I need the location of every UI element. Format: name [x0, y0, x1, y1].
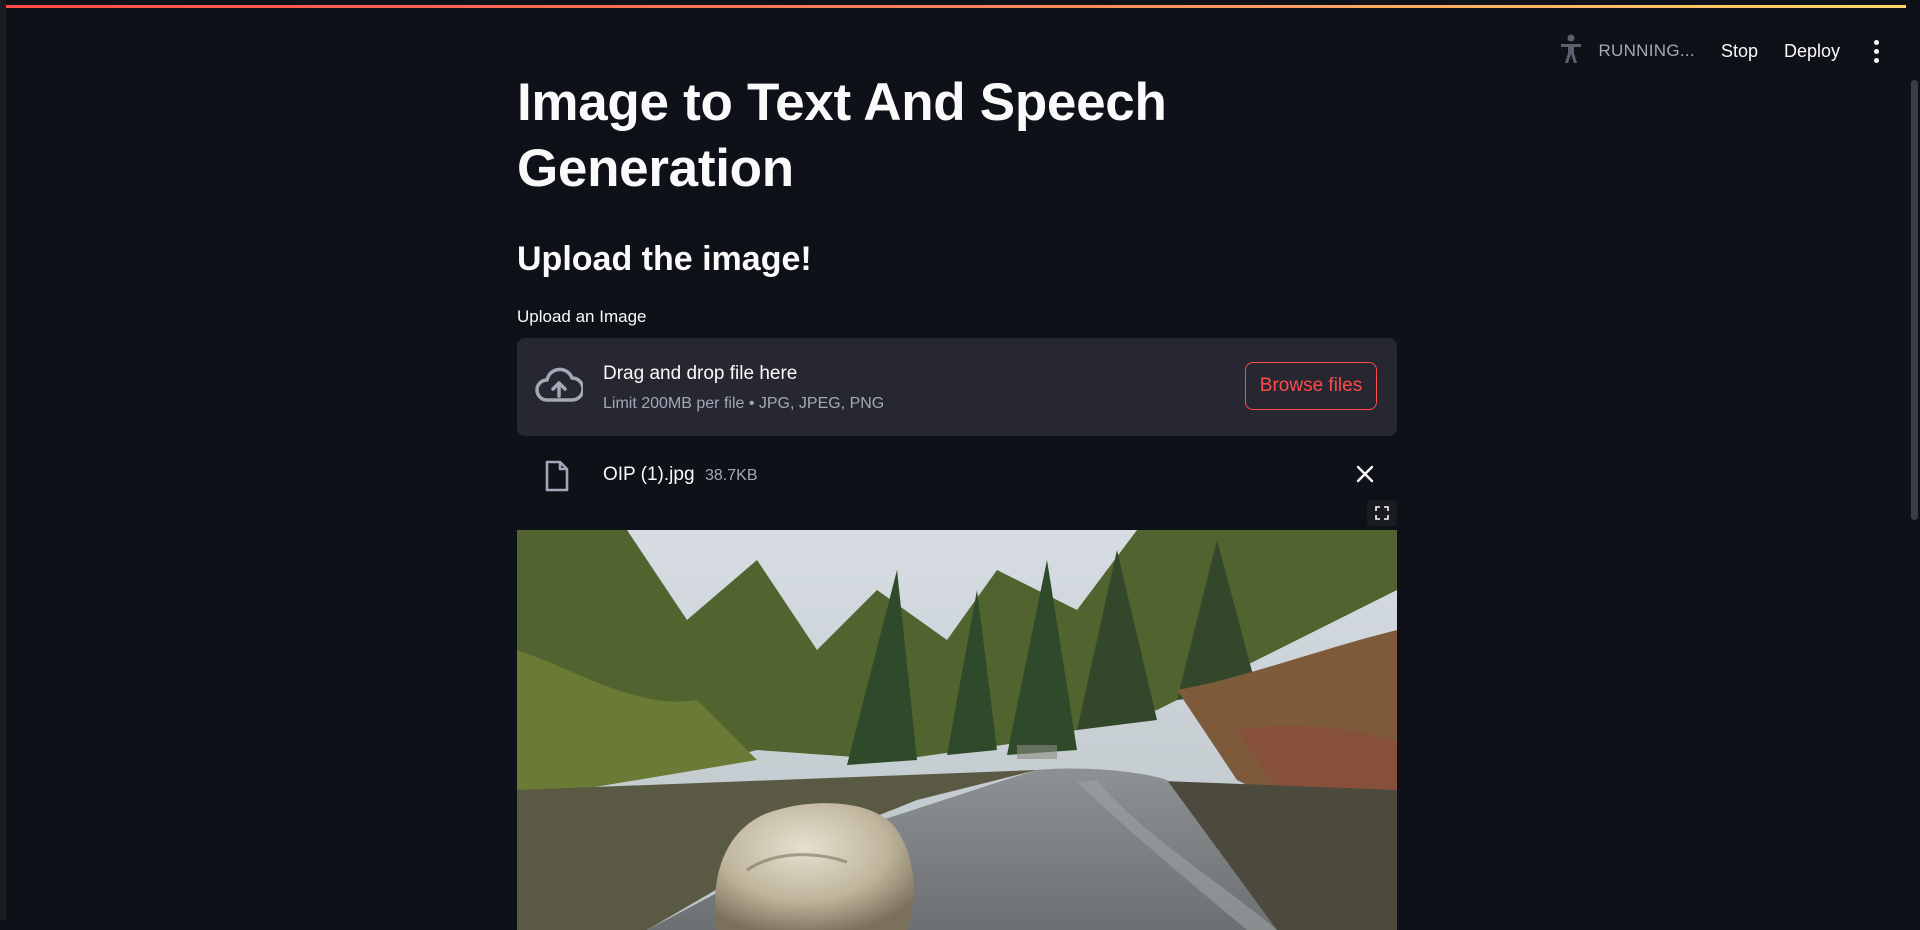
dropzone-instructions: Drag and drop file here Limit 200MB per … — [603, 362, 884, 414]
uploaded-image — [517, 530, 1397, 930]
cloud-upload-icon — [535, 366, 585, 406]
running-status-text: RUNNING... — [1598, 41, 1695, 60]
uploader-label: Upload an Image — [517, 307, 647, 326]
main-content: Image to Text And Speech Generation Uplo… — [517, 70, 1397, 930]
kebab-menu-icon[interactable] — [1866, 36, 1886, 66]
window-left-edge — [0, 0, 6, 920]
uploaded-file-row: OIP (1).jpg 38.7KB — [517, 436, 1397, 526]
browse-files-button[interactable]: Browse files — [1245, 362, 1377, 410]
page-title: Image to Text And Speech Generation — [517, 73, 1167, 198]
running-person-icon — [1556, 33, 1586, 70]
scrollbar-thumb[interactable] — [1911, 80, 1918, 520]
stop-button[interactable]: Stop — [1721, 41, 1758, 62]
running-status: RUNNING... — [1556, 33, 1695, 70]
dropzone-limit: Limit 200MB per file • JPG, JPEG, PNG — [603, 395, 885, 412]
section-subheader: Upload the image! — [517, 240, 812, 278]
fullscreen-icon[interactable] — [1367, 500, 1397, 526]
file-dropzone[interactable]: Drag and drop file here Limit 200MB per … — [517, 338, 1397, 436]
file-size: 38.7KB — [705, 467, 758, 484]
app-toolbar: RUNNING... Stop Deploy — [1556, 34, 1886, 66]
top-decoration-bar — [6, 5, 1920, 8]
deploy-button[interactable]: Deploy — [1784, 41, 1840, 62]
scrollbar[interactable] — [1906, 0, 1920, 920]
close-icon[interactable] — [1353, 462, 1377, 486]
file-name: OIP (1).jpg — [603, 464, 695, 485]
file-icon — [543, 460, 571, 492]
dropzone-title: Drag and drop file here — [603, 363, 798, 384]
